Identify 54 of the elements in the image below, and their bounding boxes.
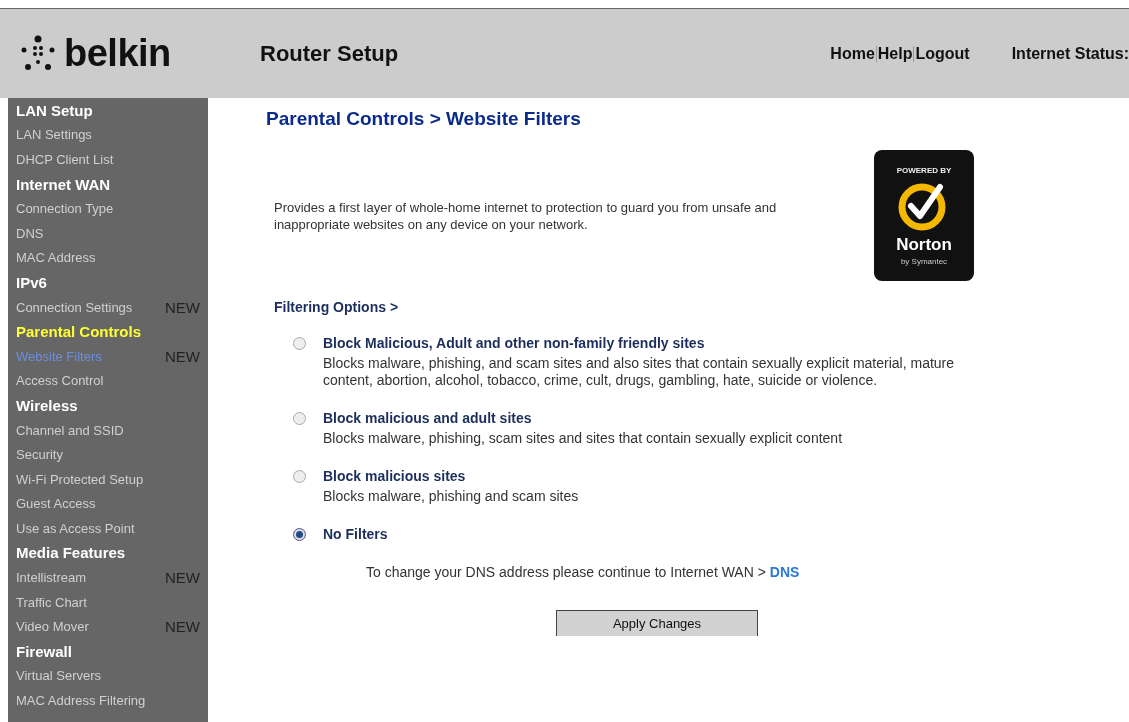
sidebar-heading: Wireless: [16, 396, 78, 414]
sidebar-link[interactable]: Wi-Fi Protected Setup: [16, 471, 144, 487]
sidebar-heading: Media Features: [16, 544, 126, 562]
badge-subtitle: by Symantec: [900, 256, 948, 266]
option-description: Blocks malware, phishing and scam sites: [323, 488, 580, 505]
section-label: Filtering Options >: [274, 299, 400, 315]
option-description: Blocks malware, phishing, and scam sites and also sites that contain sexually explicit material, mature content, abortion, alcohol, tobacco, crime, cult, drugs, gambling, hate, suicide or violence.: [323, 355, 956, 389]
badge-name: Norton: [896, 234, 952, 255]
internet-status-label: Internet Status:: [1011, 44, 1129, 63]
sidebar-heading: Internet WAN: [16, 175, 111, 193]
apply-changes-button[interactable]: Apply Changes: [556, 610, 758, 636]
option-title: Block Malicious, Adult and other non-family friendly sites: [323, 335, 706, 351]
header-link[interactable]: Help: [877, 44, 913, 63]
header-link[interactable]: Logout: [915, 44, 970, 63]
option-title: Block malicious and adult sites: [323, 410, 533, 426]
sidebar-link[interactable]: Intellistream: [16, 570, 87, 586]
sidebar-link[interactable]: DHCP Client List: [16, 152, 114, 167]
intro-text: Provides a first layer of whole-home internet to protection to guard you from unsafe and inappropriate websites on any device on your network.: [274, 198, 778, 233]
sidebar-link[interactable]: LAN Settings: [16, 127, 92, 143]
page-title: Parental Controls > Website Filters: [266, 108, 582, 130]
new-label: NEW: [165, 298, 200, 316]
option-description: Blocks malware, phishing, scam sites and sites that contain sexually explicit content: [323, 430, 844, 447]
page-header-title: Router Setup: [260, 40, 400, 67]
option-title: No Filters: [323, 526, 388, 542]
sidebar-heading: IPv6: [16, 273, 47, 291]
dns-note: To change your DNS address please continue to Internet WAN > DNS: [366, 564, 801, 580]
radio-button[interactable]: [293, 528, 306, 541]
radio-button[interactable]: [293, 470, 306, 483]
sidebar-heading: Parental Controls: [16, 323, 142, 341]
sidebar-heading: LAN Setup: [16, 101, 93, 119]
radio-button[interactable]: [293, 412, 306, 425]
header-link[interactable]: Home: [830, 44, 875, 63]
sidebar-link[interactable]: Access Control: [16, 373, 104, 389]
sidebar-link[interactable]: Guest Access: [16, 496, 96, 512]
option-title: Block malicious sites: [323, 468, 467, 484]
new-label: NEW: [165, 618, 200, 636]
sidebar-link[interactable]: Channel and SSID: [16, 422, 124, 438]
sidebar-link[interactable]: Connection Type: [16, 201, 114, 217]
badge-caption: POWERED BY: [896, 165, 952, 175]
sidebar-link[interactable]: Virtual Servers: [16, 668, 101, 684]
sidebar-link[interactable]: MAC Address: [16, 250, 96, 266]
dns-link[interactable]: DNS: [769, 564, 800, 580]
brand-name: belkin: [64, 32, 171, 75]
sidebar-link[interactable]: Use as Access Point: [16, 520, 135, 536]
sidebar-link[interactable]: Connection Settings: [16, 299, 133, 315]
sidebar-link[interactable]: Security: [16, 447, 63, 463]
sidebar-link[interactable]: DNS: [16, 225, 44, 241]
sidebar-link[interactable]: MAC Address Filtering: [16, 693, 146, 709]
sidebar-link[interactable]: Video Mover: [16, 619, 89, 635]
new-label: NEW: [165, 347, 200, 365]
sidebar-link[interactable]: Traffic Chart: [16, 594, 87, 610]
sidebar-heading: Firewall: [16, 642, 72, 660]
radio-button[interactable]: [293, 337, 306, 350]
new-label: NEW: [165, 569, 200, 587]
